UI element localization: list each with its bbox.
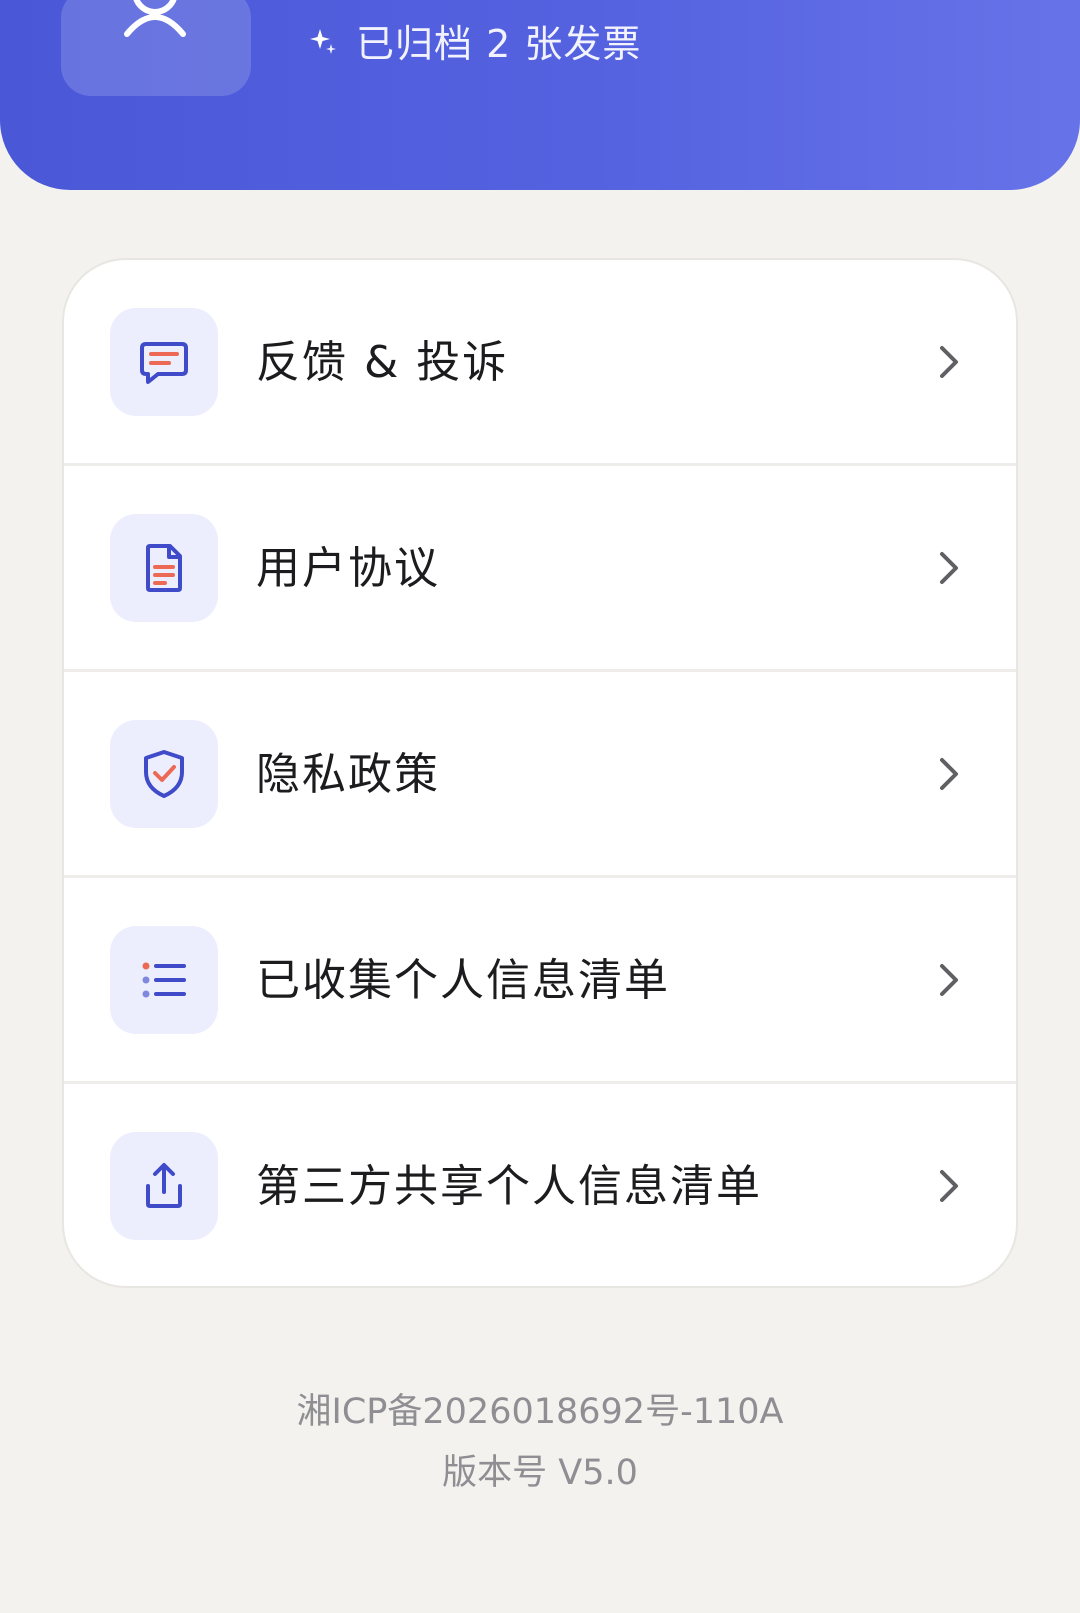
sparkle-icon (310, 29, 336, 54)
feedback-message-icon (140, 342, 188, 384)
settings-menu-card: 反馈 & 投诉 用户协议 隐私政策 已收集个人信息清单 第三方共享个人信息清单 (62, 258, 1018, 1288)
app-version: 版本号 V5.0 (442, 1453, 638, 1493)
menu-item-label: 已收集个人信息清单 (256, 955, 670, 1006)
list-icon (142, 962, 186, 998)
profile-header: 已归档 2 张发票 (0, 0, 1080, 190)
chevron-right-icon (940, 1170, 958, 1202)
menu-item-label: 第三方共享个人信息清单 (256, 1161, 762, 1212)
menu-item-feedback[interactable]: 反馈 & 投诉 (64, 260, 1016, 466)
chevron-right-icon (940, 964, 958, 996)
menu-item-label: 用户协议 (256, 543, 440, 594)
menu-icon-container (110, 1132, 218, 1240)
archived-invoice-count: 已归档 2 张发票 (356, 22, 642, 66)
avatar[interactable] (61, 0, 251, 96)
chevron-right-icon (940, 758, 958, 790)
menu-icon-container (110, 308, 218, 416)
menu-item-label: 反馈 & 投诉 (256, 337, 509, 388)
chevron-right-icon (940, 346, 958, 378)
menu-item-privacy-policy[interactable]: 隐私政策 (64, 672, 1016, 878)
menu-item-label: 隐私政策 (256, 749, 440, 800)
chevron-right-icon (940, 552, 958, 584)
menu-icon-container (110, 514, 218, 622)
menu-item-collected-info-list[interactable]: 已收集个人信息清单 (64, 878, 1016, 1084)
menu-icon-container (110, 926, 218, 1034)
menu-icon-container (110, 720, 218, 828)
menu-item-third-party-sharing-list[interactable]: 第三方共享个人信息清单 (64, 1084, 1016, 1286)
shield-check-icon (144, 750, 184, 798)
icp-record: 湘ICP备2026018692号-110A (296, 1392, 784, 1432)
menu-item-user-agreement[interactable]: 用户协议 (64, 466, 1016, 672)
user-avatar-icon (124, 0, 186, 37)
share-upload-icon (146, 1163, 182, 1208)
document-icon (146, 544, 182, 592)
